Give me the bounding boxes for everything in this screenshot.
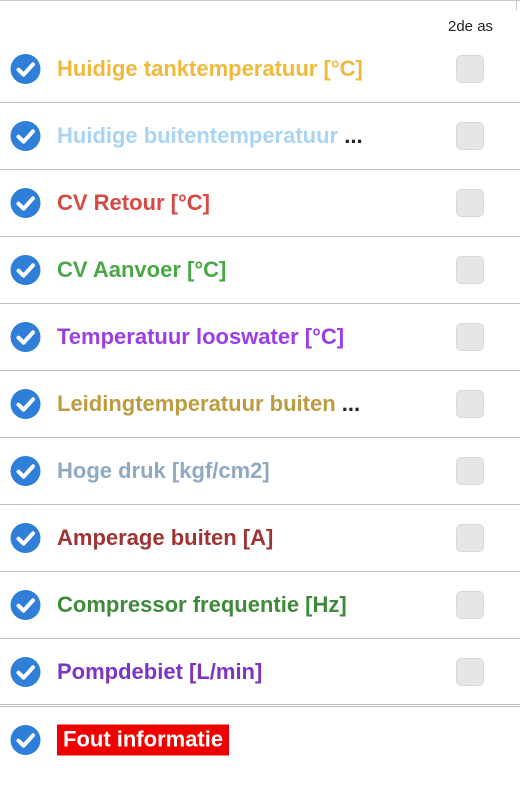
check-circle-icon[interactable]	[10, 725, 41, 756]
panel-right-border	[516, 0, 517, 10]
secondary-axis-checkbox[interactable]	[456, 323, 484, 351]
secondary-axis-checkbox[interactable]	[456, 256, 484, 284]
error-info-row[interactable]: Fout informatie	[0, 707, 520, 773]
secondary-axis-checkbox[interactable]	[456, 657, 484, 686]
panel-top-border	[0, 0, 520, 1]
check-circle-icon[interactable]	[10, 121, 41, 152]
series-label: CV Retour [°C]	[57, 190, 211, 215]
series-row[interactable]: Amperage buiten [A]	[0, 505, 520, 572]
series-row[interactable]: Hoge druk [kgf/cm2]	[0, 438, 520, 505]
check-circle-icon[interactable]	[10, 656, 41, 687]
secondary-axis-checkbox[interactable]	[456, 189, 484, 217]
check-circle-icon[interactable]	[10, 255, 41, 286]
series-label: Compressor frequentie [Hz]	[57, 592, 347, 617]
check-circle-icon[interactable]	[10, 590, 41, 621]
series-label: Leidingtemperatuur buiten ...	[57, 391, 361, 416]
series-row[interactable]: CV Aanvoer [°C]	[0, 237, 520, 304]
secondary-axis-header: 2de as	[448, 18, 494, 35]
series-label: Hoge druk [kgf/cm2]	[57, 458, 270, 483]
secondary-axis-checkbox[interactable]	[456, 55, 484, 83]
check-circle-icon[interactable]	[10, 188, 41, 219]
secondary-axis-checkbox[interactable]	[456, 457, 484, 485]
series-row[interactable]: Huidige tanktemperatuur [°C]	[0, 36, 520, 103]
series-label: Huidige tanktemperatuur [°C]	[57, 56, 363, 81]
series-label: Pompdebiet [L/min]	[57, 658, 263, 684]
error-info-label: Fout informatie	[57, 724, 230, 756]
secondary-axis-checkbox[interactable]	[456, 390, 484, 418]
truncation-ellipsis: ...	[338, 123, 363, 148]
check-circle-icon[interactable]	[10, 54, 41, 85]
check-circle-icon[interactable]	[10, 523, 41, 554]
check-circle-icon[interactable]	[10, 389, 41, 420]
series-row[interactable]: Pompdebiet [L/min]	[0, 639, 520, 707]
secondary-axis-checkbox[interactable]	[456, 591, 484, 619]
check-circle-icon[interactable]	[10, 322, 41, 353]
series-row[interactable]: Huidige buitentemperatuur ...	[0, 103, 520, 170]
series-row[interactable]: Compressor frequentie [Hz]	[0, 572, 520, 639]
secondary-axis-checkbox[interactable]	[456, 122, 484, 150]
check-circle-icon[interactable]	[10, 456, 41, 487]
truncation-ellipsis: ...	[335, 391, 361, 416]
series-row[interactable]: Temperatuur looswater [°C]	[0, 304, 520, 371]
series-list: Huidige tanktemperatuur [°C] Huidige buit…	[0, 36, 520, 773]
secondary-axis-checkbox[interactable]	[456, 524, 484, 552]
series-label: Huidige buitentemperatuur ...	[57, 123, 363, 148]
series-row[interactable]: Leidingtemperatuur buiten ...	[0, 371, 520, 438]
series-selection-panel: 2de as Huidige tanktemperatuur [°C] Huidi…	[0, 0, 520, 800]
series-label: CV Aanvoer [°C]	[57, 257, 227, 282]
series-label: Amperage buiten [A]	[57, 525, 274, 550]
series-label: Temperatuur looswater [°C]	[57, 324, 345, 349]
series-row[interactable]: CV Retour [°C]	[0, 170, 520, 237]
